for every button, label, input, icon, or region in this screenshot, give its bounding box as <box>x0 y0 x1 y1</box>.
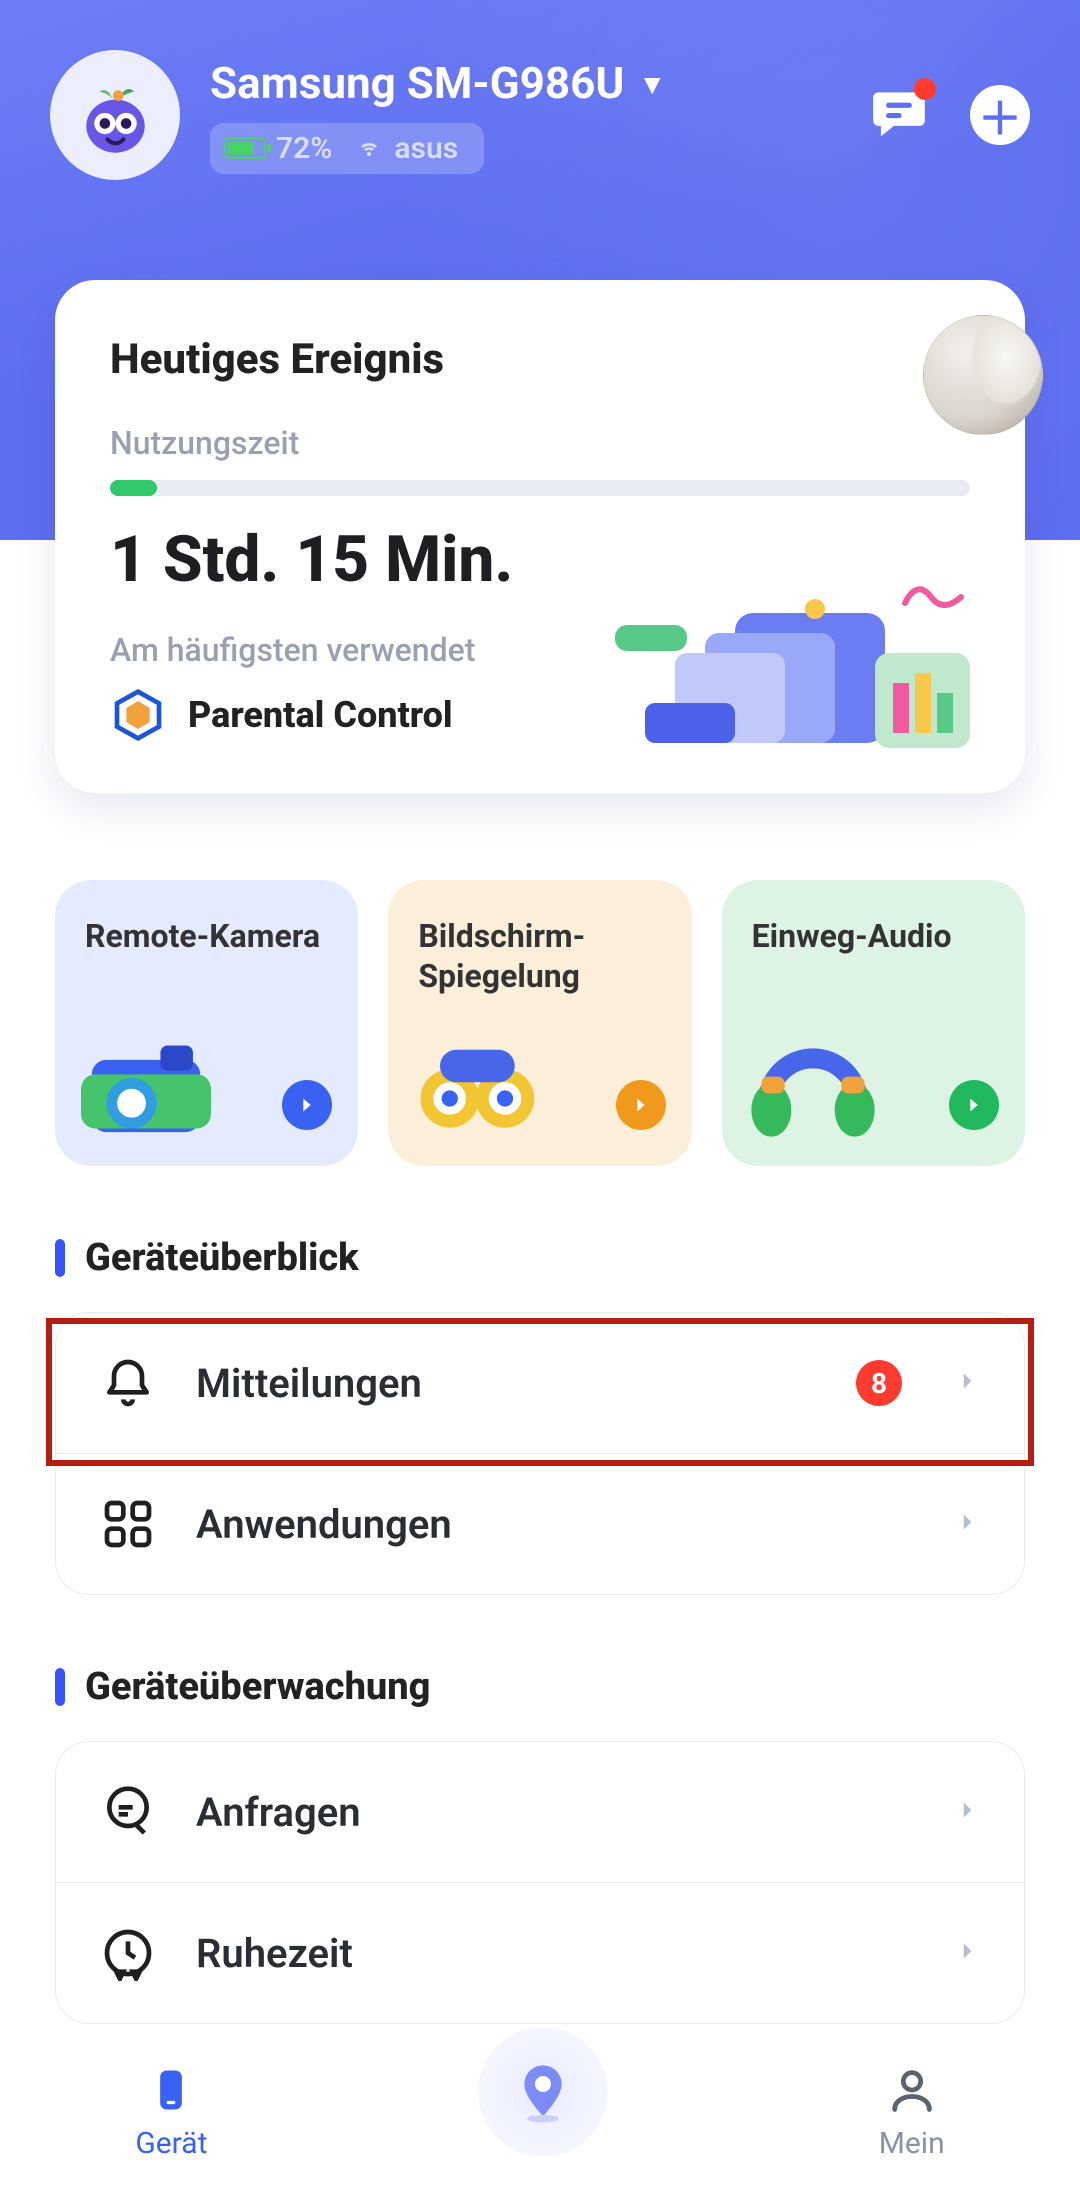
monitoring-list: Anfragen Ruhezeit <box>55 1741 1025 2024</box>
section-heading: Geräteüberwachung <box>85 1665 430 1709</box>
nav-label: Mein <box>879 2126 945 2161</box>
person-icon <box>886 2064 938 2116</box>
chevron-right-icon <box>954 1509 980 1539</box>
headphones-icon <box>748 1030 878 1140</box>
nav-tab-mine[interactable]: Mein <box>879 2064 945 2161</box>
messages-button[interactable] <box>868 82 930 148</box>
app-shield-icon <box>110 687 166 743</box>
battery-icon <box>224 137 266 159</box>
section-device-overview: Geräteüberblick Mitteilungen 8 Anwendung… <box>0 1236 1080 1595</box>
usage-progress-fill <box>110 480 157 496</box>
tile-one-way-audio[interactable]: Einweg-Audio <box>722 880 1025 1166</box>
pet-photo[interactable] <box>923 315 1043 435</box>
add-device-button[interactable]: ＋ <box>970 85 1030 145</box>
list-item-label: Anfragen <box>196 1789 914 1836</box>
feature-tiles: Remote-Kamera Bildschirm-Spiegelung Einw… <box>0 880 1080 1166</box>
wifi-icon <box>354 136 384 160</box>
binoculars-icon <box>414 1030 544 1140</box>
nav-tab-location[interactable] <box>478 2027 608 2157</box>
list-item-label: Mitteilungen <box>196 1360 816 1407</box>
plus-icon: ＋ <box>978 83 1022 147</box>
nav-label: Gerät <box>135 2126 207 2161</box>
dropdown-caret-icon: ▼ <box>638 68 666 101</box>
section-device-monitoring: Geräteüberwachung Anfragen Ruhezeit <box>0 1665 1080 2024</box>
section-accent-bar <box>55 1239 65 1277</box>
bell-icon <box>100 1355 156 1411</box>
tile-label: Remote-Kamera <box>85 916 328 956</box>
list-item-label: Ruhezeit <box>196 1930 914 1977</box>
battery-percent: 72% <box>276 131 332 166</box>
notification-count-badge: 8 <box>856 1360 902 1406</box>
chevron-right-icon <box>954 1797 980 1827</box>
device-status-pill: 72% asus <box>210 123 484 174</box>
most-used-app-row: Parental Control <box>110 687 970 743</box>
tile-label: Bildschirm-Spiegelung <box>418 916 661 996</box>
tile-arrow-icon <box>616 1080 666 1130</box>
location-pin-icon <box>511 2060 575 2124</box>
camera-icon <box>81 1030 211 1140</box>
tile-arrow-icon <box>282 1080 332 1130</box>
bottom-nav: Gerät Mein <box>0 2032 1080 2192</box>
usage-time-value: 1 Std. 15 Min. <box>110 522 970 597</box>
list-item-downtime[interactable]: Ruhezeit <box>56 1882 1024 2023</box>
tile-remote-camera[interactable]: Remote-Kamera <box>55 880 358 1166</box>
notification-dot-icon <box>914 78 936 100</box>
tile-screen-mirror[interactable]: Bildschirm-Spiegelung <box>388 880 691 1166</box>
header-actions: ＋ <box>868 82 1030 148</box>
device-name: Samsung SM-G986U ▼ <box>210 57 838 109</box>
request-icon <box>100 1784 156 1840</box>
list-item-notifications[interactable]: Mitteilungen 8 <box>56 1313 1024 1453</box>
chevron-right-icon <box>954 1368 980 1398</box>
wifi-name: asus <box>394 131 458 166</box>
child-avatar[interactable] <box>50 50 180 180</box>
list-item-applications[interactable]: Anwendungen <box>56 1453 1024 1594</box>
berry-avatar-icon <box>73 73 158 158</box>
list-item-requests[interactable]: Anfragen <box>56 1742 1024 1882</box>
tile-arrow-icon <box>949 1080 999 1130</box>
header-row: Samsung SM-G986U ▼ 72% asus <box>50 50 1030 180</box>
downtime-icon <box>100 1925 156 1981</box>
section-heading: Geräteüberblick <box>85 1236 359 1280</box>
battery-status: 72% <box>224 131 332 166</box>
section-accent-bar <box>55 1668 65 1706</box>
nav-tab-device[interactable]: Gerät <box>135 2064 207 2161</box>
event-card-title: Heutiges Ereignis <box>110 335 444 384</box>
usage-progress-bar <box>110 480 970 496</box>
device-icon <box>145 2064 197 2116</box>
device-selector-block[interactable]: Samsung SM-G986U ▼ 72% asus <box>210 57 838 174</box>
today-event-card[interactable]: Heutiges Ereignis Nutzungszeit 1 Std. 15… <box>55 280 1025 793</box>
wifi-status: asus <box>354 131 458 166</box>
most-used-app-name: Parental Control <box>188 694 453 736</box>
device-name-text: Samsung SM-G986U <box>210 57 624 109</box>
usage-time-label: Nutzungszeit <box>110 424 970 462</box>
overview-list: Mitteilungen 8 Anwendungen <box>55 1312 1025 1595</box>
chevron-right-icon <box>954 1938 980 1968</box>
list-item-label: Anwendungen <box>196 1501 914 1548</box>
most-used-label: Am häufigsten verwendet <box>110 631 970 669</box>
tile-label: Einweg-Audio <box>752 916 995 956</box>
apps-grid-icon <box>100 1496 156 1552</box>
